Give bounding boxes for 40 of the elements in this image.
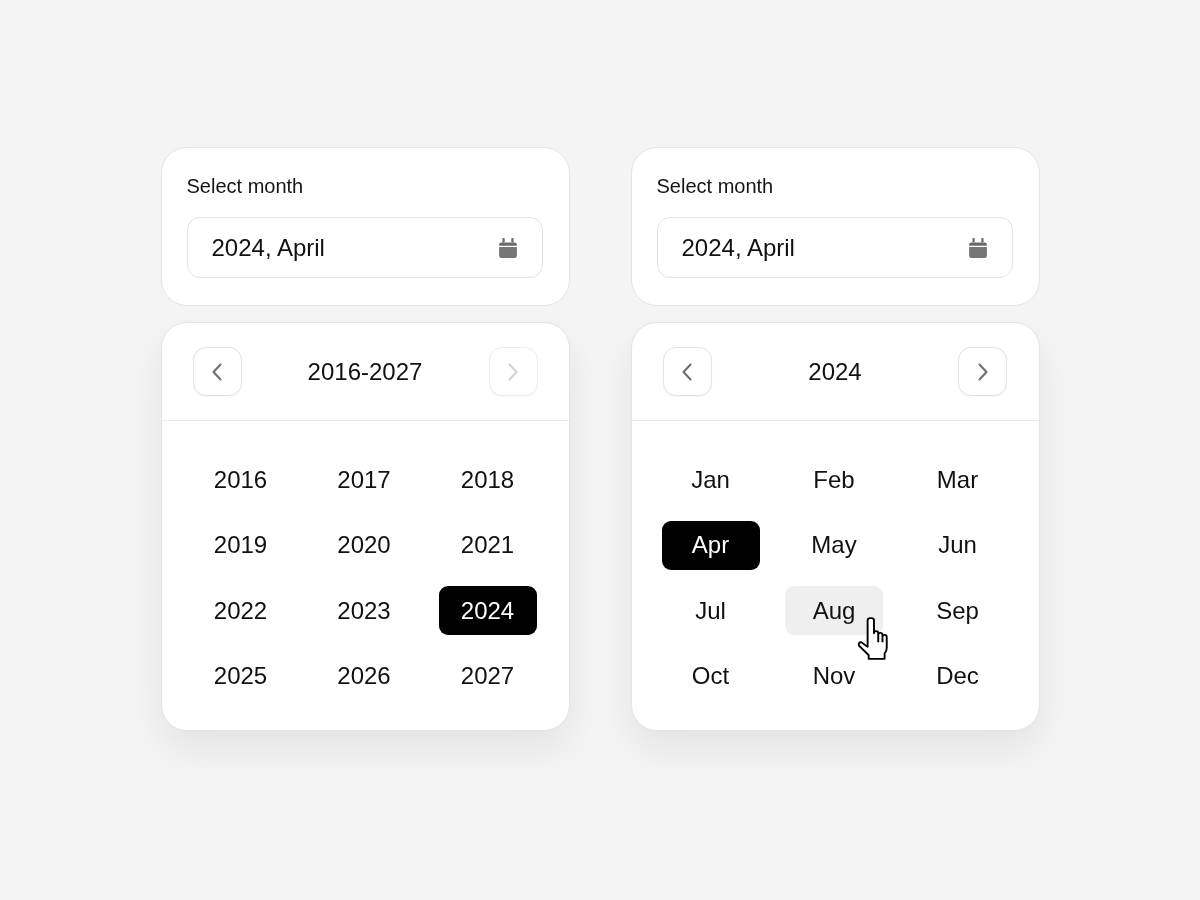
month-option[interactable]: May (785, 520, 883, 570)
month-option[interactable]: Apr (661, 520, 760, 570)
calendar-icon[interactable] (968, 237, 987, 258)
month-option[interactable]: Jan (661, 455, 760, 504)
month-option[interactable]: Sep (908, 586, 1007, 635)
month-field[interactable]: 2024, April (186, 217, 543, 278)
month-option[interactable]: Jul (661, 586, 760, 635)
month-option[interactable]: Jun (908, 520, 1007, 570)
previous-button[interactable] (662, 347, 712, 396)
month-option[interactable]: Aug (785, 586, 883, 635)
year-option[interactable]: 2025 (191, 651, 290, 701)
month-option[interactable]: Mar (908, 455, 1007, 504)
year-option[interactable]: 2020 (315, 520, 413, 570)
picker-title: 2016-2027 (307, 357, 423, 386)
month-option[interactable]: Nov (785, 651, 883, 701)
month-option[interactable]: Dec (908, 651, 1007, 701)
chevron-right-icon (508, 362, 518, 381)
year-option[interactable]: 2021 (438, 520, 537, 570)
year-option[interactable]: 2023 (315, 586, 413, 635)
year-option[interactable]: 2026 (315, 651, 413, 701)
calendar-icon[interactable] (498, 237, 517, 258)
month-field[interactable]: 2024, April (656, 217, 1013, 278)
month-option[interactable]: Oct (661, 651, 760, 701)
chevron-right-icon (978, 362, 988, 381)
month-option[interactable]: Feb (785, 455, 883, 504)
chevron-left-icon (212, 362, 222, 381)
year-option[interactable]: 2022 (191, 586, 290, 635)
year-option[interactable]: 2027 (438, 651, 537, 701)
picker-title: 2024 (808, 357, 862, 386)
hand-pointer-icon (857, 617, 888, 660)
field-label: Select month (186, 174, 305, 198)
year-option[interactable]: 2017 (315, 455, 413, 504)
previous-button[interactable] (192, 347, 242, 396)
year-option[interactable]: 2024 (438, 586, 537, 635)
next-button[interactable] (958, 347, 1008, 396)
chevron-left-icon (682, 362, 692, 381)
year-option[interactable]: 2016 (191, 455, 290, 504)
year-option[interactable]: 2019 (191, 520, 290, 570)
year-option[interactable]: 2018 (438, 455, 537, 504)
field-label: Select month (656, 174, 775, 198)
